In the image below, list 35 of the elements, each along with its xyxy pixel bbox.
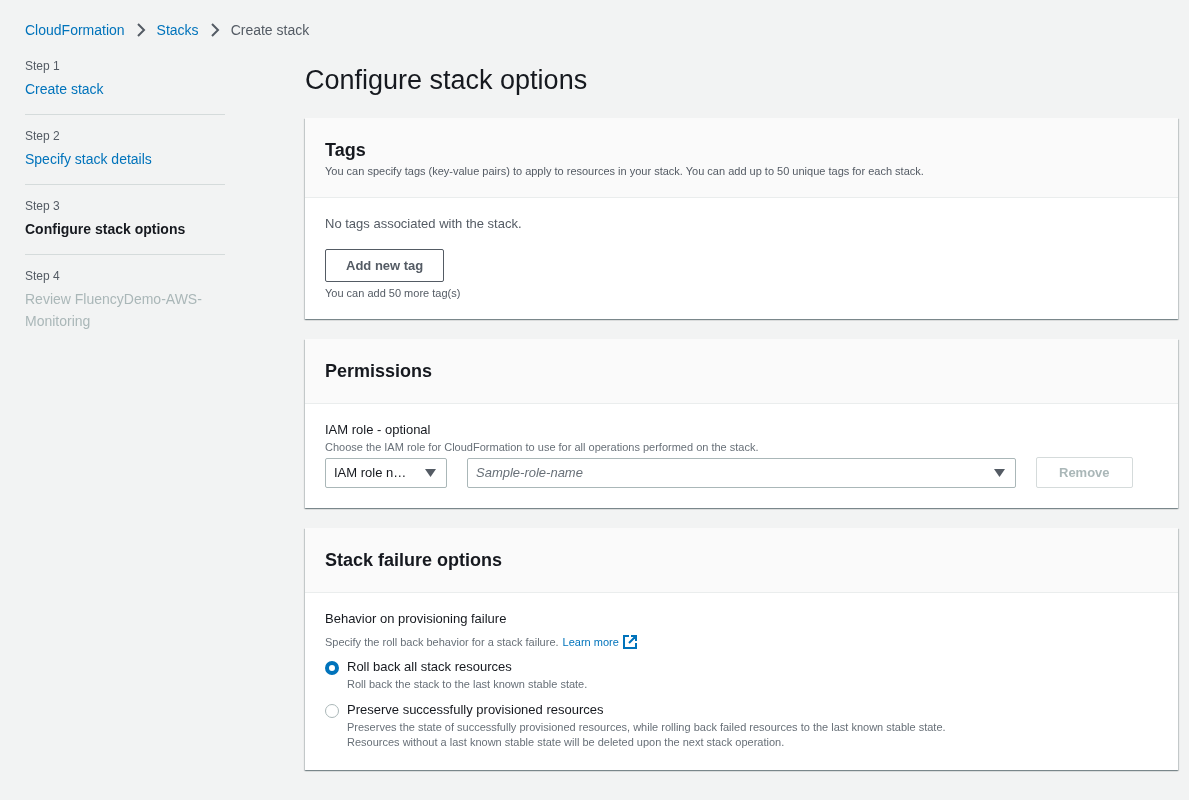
breadcrumb-link[interactable]: CloudFormation (25, 22, 125, 38)
page-title: Configure stack options (305, 64, 589, 97)
empty-text: No tags associated with the stack. (325, 216, 523, 231)
field-description: Specify the roll back behavior for a stack failure. Learn more (325, 635, 1158, 649)
field-description: Choose the IAM role for CloudFormation to use for all operations performed on the stack. (325, 441, 760, 453)
step-number: Step 2 (25, 129, 61, 143)
role-type-select[interactable]: IAM role n… (325, 457, 447, 488)
step-number: Step 4 (25, 269, 61, 283)
field-label: Behavior on provisioning failure (325, 611, 508, 626)
chevron-right-icon (134, 23, 147, 37)
field-label: IAM role - optional (325, 422, 432, 437)
card-title: Stack failure options (325, 549, 504, 572)
step-link[interactable]: Create stack (25, 78, 225, 100)
step-number: Step 1 (25, 59, 61, 73)
radio-label[interactable]: Preserve successfully provisioned resources (347, 702, 947, 717)
radio-label[interactable]: Roll back all stack resources (347, 659, 588, 674)
card-description: You can specify tags (key-value pairs) to apply to resources in your stack. You can add up to 50 unique tags for each stack. (325, 165, 925, 177)
radio-button[interactable] (325, 704, 339, 718)
learn-more-link[interactable]: Learn more (562, 636, 637, 648)
add-tag-button[interactable]: Add new tag (325, 249, 445, 282)
breadcrumb-current: Create stack (230, 22, 310, 38)
hint-text: You can add 50 more tag(s) (325, 287, 462, 299)
external-link-icon (622, 635, 637, 649)
caret-down-icon (425, 468, 436, 477)
card-title: Tags (325, 139, 367, 162)
card-title: Permissions (325, 360, 434, 383)
chevron-right-icon (208, 23, 221, 37)
radio-description: Roll back the stack to the last known stable state. (347, 677, 588, 692)
step-number: Step 3 (25, 199, 61, 213)
breadcrumb-link[interactable]: Stacks (156, 22, 199, 38)
caret-down-icon (994, 468, 1005, 477)
step-link[interactable]: Specify stack details (25, 148, 225, 170)
role-name-select[interactable]: Sample-role-name (467, 457, 1016, 488)
radio-button[interactable] (325, 661, 339, 675)
radio-description: Preserves the state of successfully provisioned resources, while rolling back failed resources to the last known stable state. Resources without a last known stable state will be deleted upon the next stack operation. (347, 720, 947, 750)
